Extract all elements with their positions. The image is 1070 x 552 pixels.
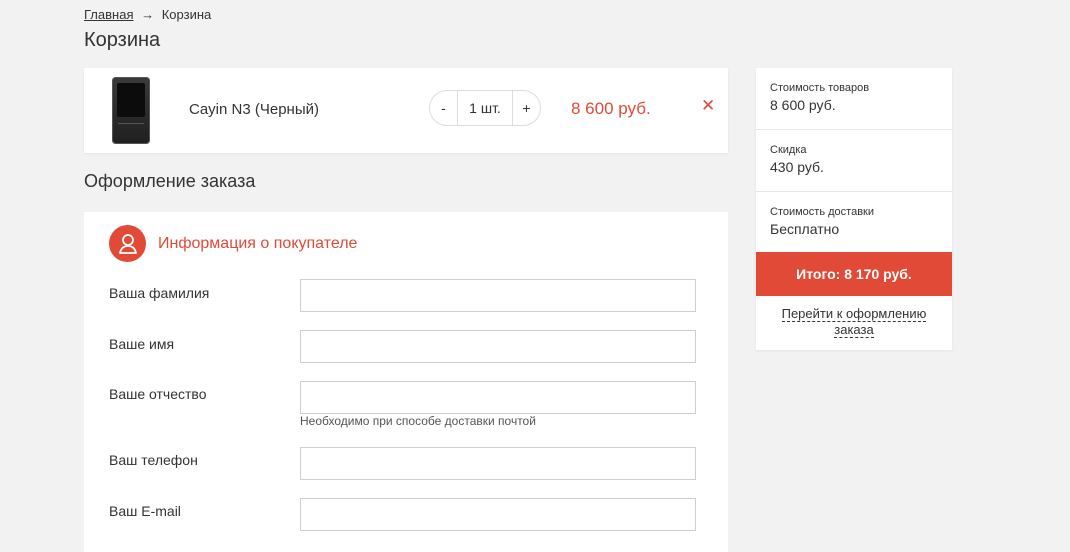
delivery-cost-label: Стоимость доставки bbox=[770, 206, 874, 218]
discount-label: Скидка bbox=[770, 144, 807, 156]
order-summary: Стоимость товаров 8 600 руб. Скидка 430 … bbox=[756, 68, 952, 350]
goods-cost-label: Стоимость товаров bbox=[770, 82, 870, 94]
email-field[interactable] bbox=[300, 498, 696, 531]
order-section-title: Оформление заказа bbox=[84, 171, 256, 191]
qty-decrease-button[interactable]: - bbox=[430, 91, 457, 125]
buyer-info-form: Информация о покупателе Ваша фамилия Ваш… bbox=[84, 212, 728, 552]
patronymic-label: Ваше отчество bbox=[109, 386, 207, 402]
qty-increase-button[interactable]: + bbox=[513, 91, 540, 125]
cart-item: Cayin N3 (Черный) - 1 шт. + 8 600 руб. ✕ bbox=[84, 68, 728, 153]
quantity-stepper: - 1 шт. + bbox=[429, 90, 541, 126]
phone-field[interactable] bbox=[300, 447, 696, 480]
user-icon bbox=[109, 225, 146, 262]
form-header: Информация о покупателе bbox=[109, 225, 357, 262]
buyer-info-title: Информация о покупателе bbox=[158, 234, 358, 252]
lastname-field[interactable] bbox=[300, 279, 696, 312]
patronymic-field[interactable] bbox=[300, 381, 696, 414]
goods-cost-row: Стоимость товаров 8 600 руб. bbox=[756, 68, 952, 130]
checkout-link-label[interactable]: Перейти к оформлению заказа bbox=[781, 306, 927, 338]
phone-label: Ваш телефон bbox=[109, 452, 198, 468]
total-button[interactable]: Итого: 8 170 руб. bbox=[756, 252, 952, 296]
product-image[interactable] bbox=[112, 77, 150, 144]
firstname-label: Ваше имя bbox=[109, 336, 175, 352]
delivery-cost-value: Бесплатно bbox=[770, 221, 840, 237]
page-title: Корзина bbox=[84, 29, 161, 51]
qty-value[interactable]: 1 шт. bbox=[457, 91, 513, 125]
firstname-field[interactable] bbox=[300, 330, 696, 363]
breadcrumb: Главная → Корзина bbox=[84, 7, 211, 22]
email-label: Ваш E-mail bbox=[109, 503, 181, 519]
breadcrumb-separator: → bbox=[141, 7, 155, 22]
close-icon[interactable]: ✕ bbox=[701, 96, 715, 116]
lastname-label: Ваша фамилия bbox=[109, 285, 210, 301]
item-price: 8 600 руб. bbox=[571, 99, 651, 118]
discount-row: Скидка 430 руб. bbox=[756, 130, 952, 192]
breadcrumb-current: Корзина bbox=[161, 7, 212, 22]
discount-value: 430 руб. bbox=[770, 159, 824, 175]
goods-cost-value: 8 600 руб. bbox=[770, 97, 836, 113]
breadcrumb-home-link[interactable]: Главная bbox=[84, 7, 133, 22]
checkout-link[interactable]: Перейти к оформлению заказа bbox=[776, 306, 932, 338]
delivery-cost-row: Стоимость доставки Бесплатно bbox=[756, 192, 952, 254]
patronymic-hint: Необходимо при способе доставки почтой bbox=[300, 414, 536, 428]
product-name[interactable]: Cayin N3 (Черный) bbox=[189, 101, 319, 118]
